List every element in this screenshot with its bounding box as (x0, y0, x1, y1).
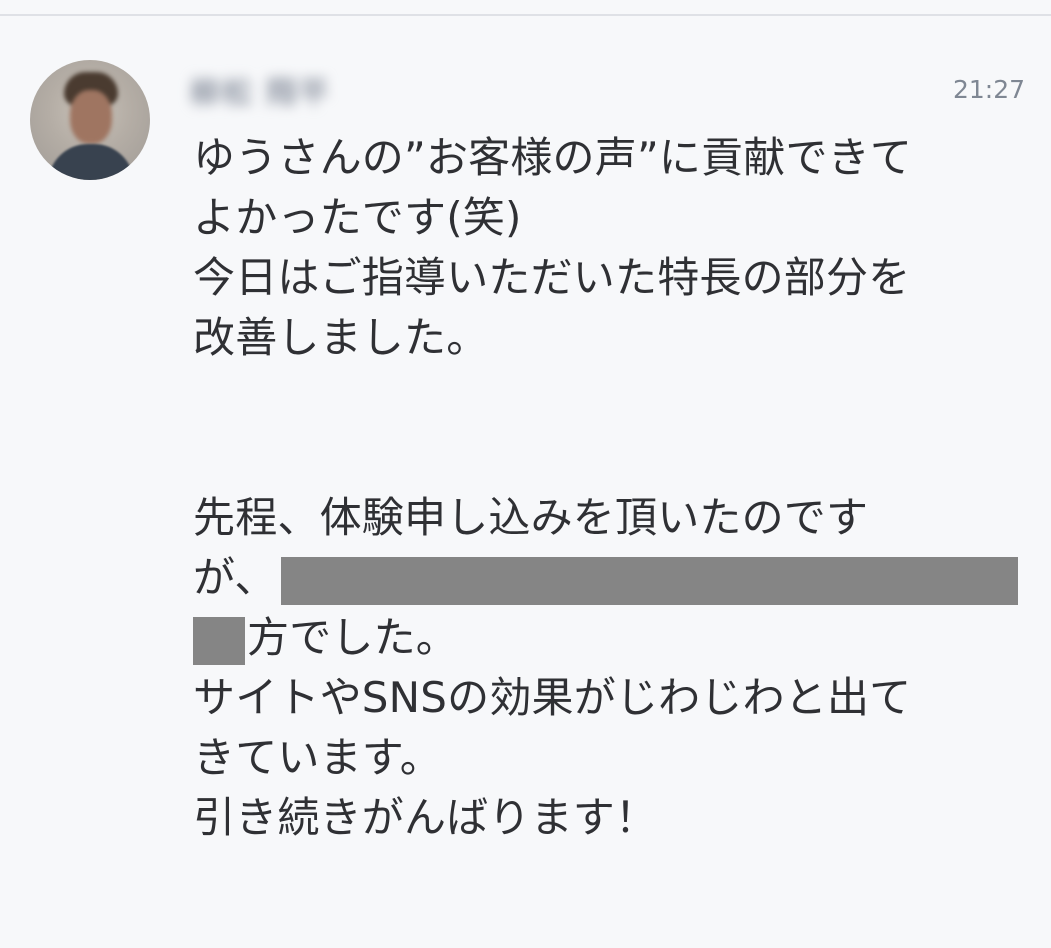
message-line: ゆうさんの”お客様の声”に貢献できて (193, 133, 913, 182)
avatar-face (70, 90, 112, 144)
message-line: 先程、体験申し込みを頂いたのです (193, 493, 869, 542)
message-time: 21:27 (952, 75, 1025, 104)
message-line: 引き続きがんばります！ (193, 793, 658, 842)
sender-name[interactable]: 柳松 翔平 (190, 68, 330, 112)
message-line: 改善しました。 (193, 313, 489, 362)
message-line-with-redaction: が、 (193, 548, 1023, 608)
message-line: サイトやSNSの効果がじわじわと出て (193, 673, 912, 722)
chat-message: 柳松 翔平 21:27 ゆうさんの”お客様の声”に貢献できて よかったです(笑)… (0, 16, 1051, 948)
message-line-suffix: 方でした。 (247, 613, 459, 662)
redacted-text-block (280, 556, 1018, 605)
message-line-with-redaction: 方でした。 (193, 608, 1023, 668)
message-line-prefix: が、 (193, 553, 277, 602)
redacted-text-block (193, 616, 245, 665)
avatar-shirt (48, 144, 134, 180)
message-line: よかったです(笑) (193, 193, 522, 242)
message-body: ゆうさんの”お客様の声”に貢献できて よかったです(笑) 今日はご指導いただいた… (193, 128, 1023, 848)
message-line: 今日はご指導いただいた特長の部分を (193, 253, 911, 302)
message-line: きています。 (193, 733, 443, 782)
avatar[interactable] (30, 60, 150, 180)
